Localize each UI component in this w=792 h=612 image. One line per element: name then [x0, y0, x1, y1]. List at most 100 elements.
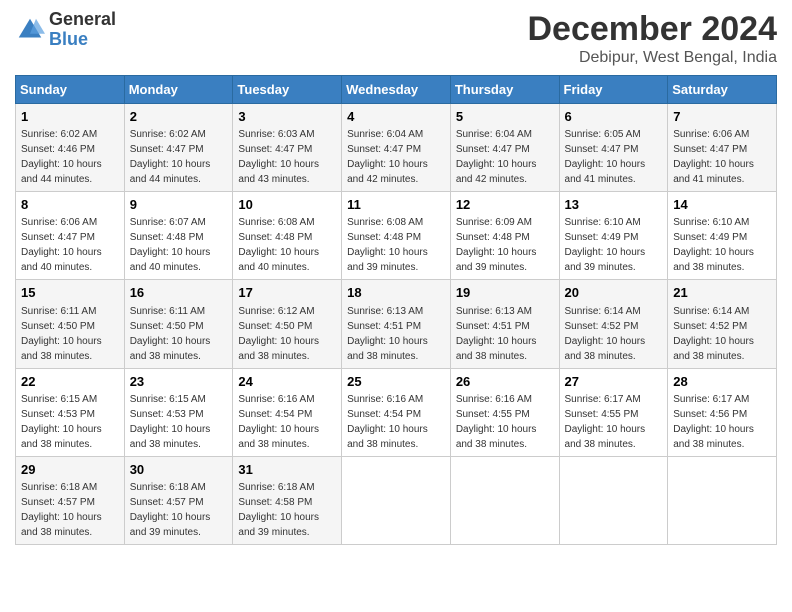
sunset-info: Sunset: 4:48 PM [130, 232, 204, 243]
sunset-info: Sunset: 4:49 PM [673, 232, 747, 243]
day-number: 7 [673, 108, 771, 126]
daylight-info: Daylight: 10 hours and 38 minutes. [130, 424, 211, 450]
sunset-info: Sunset: 4:51 PM [456, 321, 530, 332]
day-number: 18 [347, 284, 445, 302]
table-row: 17 Sunrise: 6:12 AM Sunset: 4:50 PM Dayl… [233, 280, 342, 368]
daylight-info: Daylight: 10 hours and 39 minutes. [565, 247, 646, 273]
table-row [450, 456, 559, 544]
daylight-info: Daylight: 10 hours and 38 minutes. [238, 424, 319, 450]
calendar-week-row: 1 Sunrise: 6:02 AM Sunset: 4:46 PM Dayli… [16, 104, 777, 192]
sunset-info: Sunset: 4:47 PM [238, 144, 312, 155]
sunrise-info: Sunrise: 6:11 AM [130, 306, 205, 317]
calendar-header-row: Sunday Monday Tuesday Wednesday Thursday… [16, 76, 777, 104]
table-row: 16 Sunrise: 6:11 AM Sunset: 4:50 PM Dayl… [124, 280, 233, 368]
sunrise-info: Sunrise: 6:17 AM [673, 394, 749, 405]
daylight-info: Daylight: 10 hours and 38 minutes. [130, 336, 211, 362]
daylight-info: Daylight: 10 hours and 38 minutes. [21, 424, 102, 450]
sunset-info: Sunset: 4:52 PM [673, 321, 747, 332]
sunrise-info: Sunrise: 6:18 AM [130, 482, 206, 493]
daylight-info: Daylight: 10 hours and 40 minutes. [238, 247, 319, 273]
table-row: 10 Sunrise: 6:08 AM Sunset: 4:48 PM Dayl… [233, 192, 342, 280]
sunset-info: Sunset: 4:50 PM [21, 321, 95, 332]
table-row: 3 Sunrise: 6:03 AM Sunset: 4:47 PM Dayli… [233, 104, 342, 192]
sunset-info: Sunset: 4:50 PM [130, 321, 204, 332]
sunset-info: Sunset: 4:56 PM [673, 409, 747, 420]
table-row [559, 456, 668, 544]
sunset-info: Sunset: 4:48 PM [347, 232, 421, 243]
daylight-info: Daylight: 10 hours and 43 minutes. [238, 159, 319, 185]
sunrise-info: Sunrise: 6:03 AM [238, 129, 314, 140]
table-row: 14 Sunrise: 6:10 AM Sunset: 4:49 PM Dayl… [668, 192, 777, 280]
table-row: 23 Sunrise: 6:15 AM Sunset: 4:53 PM Dayl… [124, 368, 233, 456]
sunset-info: Sunset: 4:58 PM [238, 497, 312, 508]
calendar-week-row: 22 Sunrise: 6:15 AM Sunset: 4:53 PM Dayl… [16, 368, 777, 456]
daylight-info: Daylight: 10 hours and 39 minutes. [130, 512, 211, 538]
daylight-info: Daylight: 10 hours and 38 minutes. [673, 336, 754, 362]
sunrise-info: Sunrise: 6:16 AM [456, 394, 532, 405]
sunset-info: Sunset: 4:48 PM [456, 232, 530, 243]
col-saturday: Saturday [668, 76, 777, 104]
sunrise-info: Sunrise: 6:09 AM [456, 217, 532, 228]
table-row [668, 456, 777, 544]
month-title: December 2024 [527, 10, 777, 49]
table-row: 15 Sunrise: 6:11 AM Sunset: 4:50 PM Dayl… [16, 280, 125, 368]
sunset-info: Sunset: 4:47 PM [565, 144, 639, 155]
day-number: 11 [347, 196, 445, 214]
sunset-info: Sunset: 4:51 PM [347, 321, 421, 332]
sunrise-info: Sunrise: 6:05 AM [565, 129, 641, 140]
sunset-info: Sunset: 4:57 PM [21, 497, 95, 508]
daylight-info: Daylight: 10 hours and 38 minutes. [456, 336, 537, 362]
day-number: 8 [21, 196, 119, 214]
sunset-info: Sunset: 4:48 PM [238, 232, 312, 243]
day-number: 4 [347, 108, 445, 126]
sunset-info: Sunset: 4:47 PM [456, 144, 530, 155]
location-title: Debipur, West Bengal, India [527, 49, 777, 67]
sunset-info: Sunset: 4:49 PM [565, 232, 639, 243]
sunset-info: Sunset: 4:46 PM [21, 144, 95, 155]
daylight-info: Daylight: 10 hours and 38 minutes. [673, 247, 754, 273]
sunrise-info: Sunrise: 6:18 AM [238, 482, 314, 493]
table-row: 20 Sunrise: 6:14 AM Sunset: 4:52 PM Dayl… [559, 280, 668, 368]
sunrise-info: Sunrise: 6:15 AM [130, 394, 206, 405]
daylight-info: Daylight: 10 hours and 40 minutes. [21, 247, 102, 273]
table-row: 2 Sunrise: 6:02 AM Sunset: 4:47 PM Dayli… [124, 104, 233, 192]
sunrise-info: Sunrise: 6:13 AM [347, 306, 423, 317]
day-number: 30 [130, 461, 228, 479]
table-row: 9 Sunrise: 6:07 AM Sunset: 4:48 PM Dayli… [124, 192, 233, 280]
daylight-info: Daylight: 10 hours and 39 minutes. [456, 247, 537, 273]
calendar-week-row: 29 Sunrise: 6:18 AM Sunset: 4:57 PM Dayl… [16, 456, 777, 544]
daylight-info: Daylight: 10 hours and 39 minutes. [238, 512, 319, 538]
daylight-info: Daylight: 10 hours and 38 minutes. [456, 424, 537, 450]
sunrise-info: Sunrise: 6:02 AM [130, 129, 206, 140]
sunrise-info: Sunrise: 6:10 AM [673, 217, 749, 228]
day-number: 10 [238, 196, 336, 214]
day-number: 6 [565, 108, 663, 126]
sunrise-info: Sunrise: 6:07 AM [130, 217, 206, 228]
col-friday: Friday [559, 76, 668, 104]
table-row: 25 Sunrise: 6:16 AM Sunset: 4:54 PM Dayl… [342, 368, 451, 456]
day-number: 22 [21, 373, 119, 391]
table-row: 18 Sunrise: 6:13 AM Sunset: 4:51 PM Dayl… [342, 280, 451, 368]
calendar-week-row: 8 Sunrise: 6:06 AM Sunset: 4:47 PM Dayli… [16, 192, 777, 280]
sunrise-info: Sunrise: 6:06 AM [21, 217, 97, 228]
sunset-info: Sunset: 4:57 PM [130, 497, 204, 508]
sunrise-info: Sunrise: 6:04 AM [456, 129, 532, 140]
daylight-info: Daylight: 10 hours and 42 minutes. [347, 159, 428, 185]
sunset-info: Sunset: 4:47 PM [673, 144, 747, 155]
col-monday: Monday [124, 76, 233, 104]
daylight-info: Daylight: 10 hours and 38 minutes. [565, 424, 646, 450]
table-row: 31 Sunrise: 6:18 AM Sunset: 4:58 PM Dayl… [233, 456, 342, 544]
day-number: 23 [130, 373, 228, 391]
day-number: 26 [456, 373, 554, 391]
daylight-info: Daylight: 10 hours and 38 minutes. [238, 336, 319, 362]
day-number: 17 [238, 284, 336, 302]
day-number: 14 [673, 196, 771, 214]
daylight-info: Daylight: 10 hours and 39 minutes. [347, 247, 428, 273]
sunset-info: Sunset: 4:54 PM [238, 409, 312, 420]
daylight-info: Daylight: 10 hours and 38 minutes. [347, 424, 428, 450]
col-sunday: Sunday [16, 76, 125, 104]
daylight-info: Daylight: 10 hours and 44 minutes. [21, 159, 102, 185]
day-number: 24 [238, 373, 336, 391]
table-row: 29 Sunrise: 6:18 AM Sunset: 4:57 PM Dayl… [16, 456, 125, 544]
sunset-info: Sunset: 4:55 PM [456, 409, 530, 420]
